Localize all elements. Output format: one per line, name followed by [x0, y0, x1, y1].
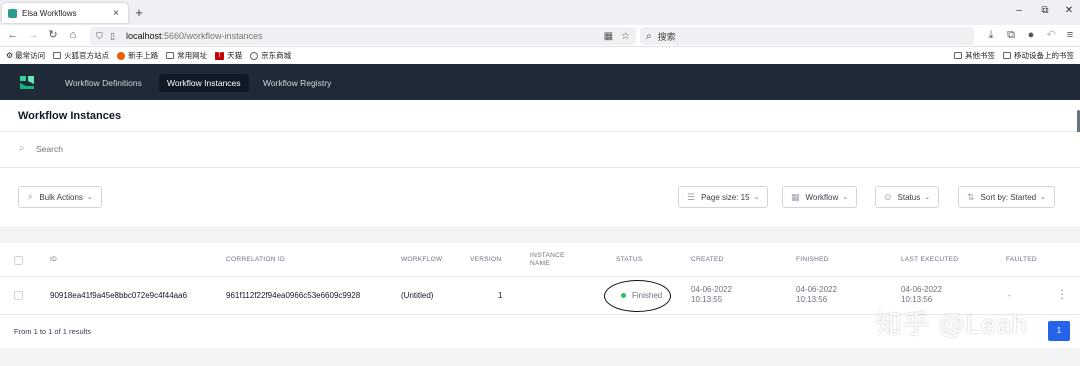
elsa-logo-icon[interactable] — [18, 73, 36, 91]
row-checkbox[interactable] — [14, 291, 23, 300]
nav-workflow-definitions[interactable]: Workflow Definitions — [57, 74, 150, 92]
chat-icon[interactable]: ● — [1024, 28, 1038, 42]
browser-tab-strip: Elsa Workflows × + – ⧉ ✕ — [0, 0, 1080, 25]
row-finished: 04-06-2022 10:13:56 — [796, 285, 837, 304]
grid-icon: ▦ — [791, 191, 800, 202]
menu-icon[interactable]: ≡ — [1063, 28, 1077, 42]
page-1-button[interactable]: 1 — [1048, 321, 1070, 341]
browser-search-bar[interactable]: ⌕ 搜索 — [640, 27, 974, 45]
elsa-favicon-icon — [8, 8, 17, 18]
header-correlation-id[interactable]: CORRELATION ID — [226, 256, 285, 264]
mobile-icon — [1003, 52, 1011, 59]
minimize-icon[interactable]: – — [1012, 5, 1026, 16]
page-size-button[interactable]: ☰ Page size: 15 ⌄ — [678, 186, 769, 208]
header-created[interactable]: CREATED — [691, 256, 724, 264]
lightning-icon: ⚡ — [27, 191, 34, 202]
downloads-icon[interactable]: ⤓ — [984, 28, 998, 42]
tab-close-icon[interactable]: × — [110, 8, 122, 19]
chevron-down-icon: ⌄ — [86, 194, 93, 201]
tmall-icon: T — [215, 51, 225, 60]
tab-title: Elsa Workflows — [22, 8, 77, 18]
bulk-actions-button[interactable]: ⚡ Bulk Actions ⌄ — [18, 186, 102, 208]
browser-navbar: ← → ↻ ⌂ ⛉ ▯ localhost :5660/workflow-ins… — [0, 25, 1080, 47]
row-workflow-link[interactable]: (Untitled) — [401, 291, 433, 301]
bookmark-item[interactable]: 常用网址 — [166, 50, 207, 61]
bookmark-item[interactable]: 京东商城 — [250, 50, 291, 61]
filter-row: ⚡ Bulk Actions ⌄ ☰ Page size: 15 ⌄ ▦ Wor… — [0, 168, 1080, 226]
forward-icon[interactable]: → — [26, 28, 40, 42]
globe-icon — [250, 51, 259, 60]
page-info-icon[interactable]: ▯ — [110, 31, 120, 42]
browser-search-placeholder: 搜索 — [657, 31, 676, 42]
header-version[interactable]: VERSION — [470, 256, 501, 264]
url-bar[interactable]: ⛉ ▯ localhost :5660/workflow-instances ▦… — [90, 27, 636, 45]
maximize-icon[interactable]: ⧉ — [1038, 5, 1052, 16]
select-all-checkbox[interactable] — [14, 256, 23, 265]
bookmark-item[interactable]: 移动设备上的书签 — [1003, 50, 1074, 61]
qr-code-icon[interactable]: ▦ — [604, 31, 613, 42]
chevron-down-icon: ⌄ — [842, 194, 849, 201]
sort-icon: ⇅ — [967, 191, 975, 202]
reload-icon[interactable]: ↻ — [46, 28, 60, 42]
shield-icon: ⛉ — [96, 30, 103, 41]
new-tab-icon[interactable]: + — [131, 5, 147, 21]
header-workflow[interactable]: WORKFLOW — [401, 256, 442, 264]
search-input[interactable] — [36, 141, 436, 157]
bookmarks-bar: ⚙ 最常访问 火狐官方站点 新手上路 常用网址 T 天猫 京东商城 其他书签 移动设… — [0, 47, 1080, 64]
sort-by-button[interactable]: ⇅ Sort by: Started ⌄ — [958, 186, 1056, 208]
home-icon[interactable]: ⌂ — [66, 28, 80, 42]
header-divider — [0, 276, 1080, 277]
search-icon: ⌕ — [19, 143, 25, 154]
row-id-link[interactable]: 90918ea41f9a45e8bbc072e9c4f44aa6 — [50, 291, 187, 301]
url-host: localhost — [126, 31, 162, 41]
bookmark-item[interactable]: T 天猫 — [215, 50, 242, 61]
header-finished[interactable]: FINISHED — [796, 256, 829, 264]
chevron-down-icon: ⌄ — [924, 194, 931, 201]
folder-icon — [166, 52, 175, 59]
url-path: :5660/workflow-instances — [161, 31, 263, 41]
nav-workflow-instances[interactable]: Workflow Instances — [159, 74, 249, 92]
back-icon[interactable]: ← — [6, 28, 20, 42]
gear-icon: ⚙ — [6, 51, 14, 60]
watermark: 知乎 @Leah — [876, 309, 1028, 339]
header-status[interactable]: STATUS — [616, 256, 642, 264]
bookmark-item[interactable]: 其他书签 — [954, 50, 995, 61]
row-faulted: - — [1008, 291, 1011, 300]
close-window-icon[interactable]: ✕ — [1062, 5, 1076, 16]
header-id[interactable]: ID — [50, 256, 57, 264]
list-icon: ☰ — [687, 191, 696, 202]
row-last-executed: 04-06-2022 10:13:56 — [901, 285, 942, 304]
chevron-down-icon: ⌄ — [753, 194, 760, 201]
play-circle-icon: ⊙ — [884, 191, 892, 202]
extension-icon[interactable]: ⧉ — [1004, 28, 1018, 42]
page-title: Workflow Instances — [18, 110, 122, 122]
bookmark-item[interactable]: ⚙ 最常访问 — [6, 50, 45, 61]
folder-icon — [954, 52, 962, 59]
results-count: From 1 to 1 of 1 results — [14, 327, 92, 336]
row-correlation-id: 961f112f22f94ea0966c53e6609c9928 — [226, 291, 361, 300]
row-version: 1 — [498, 291, 503, 300]
bookmark-item[interactable]: 新手上路 — [117, 50, 158, 61]
header-last-executed[interactable]: LAST EXECUTED — [901, 256, 958, 264]
app-header: Workflow Definitions Workflow Instances … — [0, 64, 1080, 100]
bookmark-item[interactable]: 火狐官方站点 — [53, 50, 109, 61]
nav-workflow-registry[interactable]: Workflow Registry — [255, 74, 339, 92]
firefox-icon — [117, 51, 126, 60]
page-title-bar: Workflow Instances — [0, 100, 1080, 132]
chevron-down-icon: ⌄ — [1040, 194, 1047, 201]
row-created: 04-06-2022 10:13:55 — [691, 285, 732, 304]
header-faulted[interactable]: FAULTED — [1006, 256, 1037, 264]
header-instance-name[interactable]: INSTANCE NAME — [530, 252, 565, 268]
status-filter-button[interactable]: ⊙ Status ⌄ — [875, 186, 940, 208]
search-icon: ⌕ — [646, 30, 652, 42]
bookmark-star-icon[interactable]: ☆ — [621, 31, 630, 42]
folder-icon — [53, 52, 62, 59]
row-menu-icon[interactable]: · · · — [1059, 286, 1065, 304]
browser-tab[interactable]: Elsa Workflows × — [2, 3, 128, 23]
workflow-filter-button[interactable]: ▦ Workflow ⌄ — [782, 186, 858, 208]
annotation-circle — [604, 280, 671, 312]
undo-icon[interactable]: ↶ — [1044, 28, 1058, 42]
search-row: ⌕ — [0, 132, 1080, 168]
